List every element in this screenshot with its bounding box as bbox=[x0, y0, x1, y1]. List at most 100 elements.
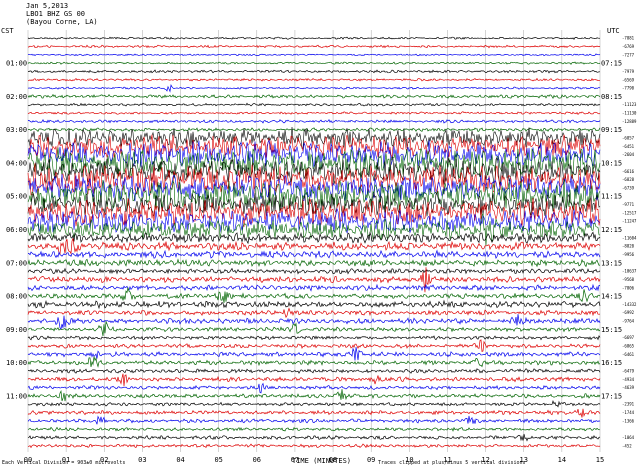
trace-line bbox=[27, 249, 601, 259]
right-offset-label: -11247 bbox=[622, 219, 637, 224]
trace-line bbox=[27, 36, 601, 40]
right-time-label: 09:15 bbox=[601, 126, 622, 134]
right-time-labels: 07:15 08:15 09:15 10:15 11:15 12:15 13:15 14:15… bbox=[601, 60, 622, 401]
trace-line bbox=[27, 426, 601, 432]
right-time-label: 16:15 bbox=[601, 359, 622, 367]
trace-line bbox=[27, 339, 601, 353]
right-offset-label: -6865 bbox=[622, 344, 635, 349]
right-offset-label: -6697 bbox=[622, 335, 635, 340]
trace-line bbox=[27, 356, 601, 368]
right-time-label: 11:15 bbox=[601, 193, 622, 201]
helicorder-plot: 00 01 02 03 04 05 06 07 08 09 10 11 12 13 14 15 01:0002… bbox=[6, 30, 637, 464]
right-offset-label: -6769 bbox=[622, 44, 635, 49]
trace-line bbox=[27, 77, 600, 82]
trace-line bbox=[27, 258, 601, 268]
trace-line bbox=[27, 307, 601, 319]
trace-line bbox=[27, 299, 601, 310]
trace-line bbox=[27, 267, 601, 275]
trace-line bbox=[27, 127, 601, 133]
right-offset-label: -6479 bbox=[622, 368, 635, 373]
right-offset-label: -9771 bbox=[622, 202, 635, 207]
right-offset-labels: -7881 -6769 -7277 -7979 -6569 -7790 -11123 -111… bbox=[622, 36, 637, 449]
right-offset-label: -6857 bbox=[622, 136, 635, 141]
left-time-label: 05:00 bbox=[6, 193, 27, 201]
right-offset-label: -7790 bbox=[622, 86, 635, 91]
left-time-label: 09:00 bbox=[6, 326, 27, 334]
right-offset-label: -6992 bbox=[622, 310, 635, 315]
right-offset-label: -8820 bbox=[622, 244, 635, 249]
right-offset-label: -9956 bbox=[622, 252, 635, 257]
x-tick-label: 09 bbox=[367, 456, 375, 464]
right-offset-label: -4934 bbox=[622, 377, 635, 382]
right-offset-label: -6569 bbox=[622, 77, 635, 82]
right-offset-label: -6739 bbox=[622, 185, 635, 190]
right-offset-label: -14332 bbox=[622, 302, 637, 307]
right-offset-label: -6461 bbox=[622, 352, 635, 357]
right-time-label: 15:15 bbox=[601, 326, 622, 334]
trace-line bbox=[27, 287, 601, 304]
right-offset-label: -6616 bbox=[622, 169, 635, 174]
left-time-label: 11:00 bbox=[6, 392, 27, 400]
trace-line bbox=[27, 320, 601, 337]
left-time-label: 04:00 bbox=[6, 159, 27, 167]
right-time-label: 08:15 bbox=[601, 93, 622, 101]
left-time-label: 01:00 bbox=[6, 60, 27, 68]
x-tick-label: 06 bbox=[253, 456, 261, 464]
right-offset-label: -1744 bbox=[622, 410, 635, 415]
right-offset-label: -7277 bbox=[622, 52, 635, 57]
left-time-labels: 01:00 02:00 03:00 04:00 05:00 06:00 07:00 08:00… bbox=[6, 60, 27, 401]
trace-line bbox=[27, 373, 601, 387]
right-offset-label: -12517 bbox=[622, 210, 637, 215]
right-offset-label: -12889 bbox=[622, 119, 637, 124]
x-tick-label: 15 bbox=[596, 456, 604, 464]
right-offset-label: -2604 bbox=[622, 152, 635, 157]
trace-line bbox=[27, 231, 601, 245]
left-time-label: 03:00 bbox=[6, 126, 27, 134]
trace-line bbox=[27, 389, 601, 402]
trace-line bbox=[27, 443, 601, 449]
right-offset-label: -7881 bbox=[622, 36, 635, 41]
right-offset-label: -4639 bbox=[622, 385, 635, 390]
right-offset-label: -11130 bbox=[622, 111, 637, 116]
trace-line bbox=[27, 433, 601, 442]
left-time-label: 02:00 bbox=[6, 93, 27, 101]
right-offset-label: -7979 bbox=[622, 69, 635, 74]
trace-line bbox=[28, 368, 601, 374]
trace-line bbox=[27, 382, 601, 394]
trace-line bbox=[27, 118, 601, 124]
left-time-label: 08:00 bbox=[6, 293, 27, 301]
trace-line bbox=[27, 415, 601, 425]
trace-line bbox=[27, 61, 601, 65]
trace-line bbox=[27, 111, 601, 115]
clip-note: Traces clipped at plus/minus 5 vertical … bbox=[378, 460, 526, 466]
trace-line bbox=[27, 314, 601, 330]
trace-line bbox=[27, 347, 601, 361]
trace-line bbox=[28, 69, 600, 74]
right-time-label: 10:15 bbox=[601, 159, 622, 167]
right-time-label: 12:15 bbox=[601, 226, 622, 234]
x-tick-label: 05 bbox=[214, 456, 222, 464]
trace-line bbox=[27, 93, 601, 99]
right-offset-label: -7806 bbox=[622, 285, 635, 290]
trace-line bbox=[27, 283, 601, 292]
right-offset-label: -11123 bbox=[622, 102, 637, 107]
right-time-label: 14:15 bbox=[601, 293, 622, 301]
left-time-label: 06:00 bbox=[6, 226, 27, 234]
right-offset-label: -9568 bbox=[622, 277, 635, 282]
right-offset-label: -9764 bbox=[622, 319, 635, 324]
trace-line bbox=[27, 44, 600, 49]
left-time-label: 07:00 bbox=[6, 259, 27, 267]
right-offset-label: -10637 bbox=[622, 269, 637, 274]
right-offset-label: -6451 bbox=[622, 144, 635, 149]
trace-line bbox=[27, 400, 601, 408]
right-offset-label: -11604 bbox=[622, 235, 637, 240]
trace-line bbox=[27, 102, 601, 107]
right-time-label: 17:15 bbox=[601, 392, 622, 400]
x-axis-label: TIME (MINUTES) bbox=[292, 457, 352, 465]
right-time-label: 13:15 bbox=[601, 259, 622, 267]
right-offset-label: -1366 bbox=[622, 418, 635, 423]
trace-line bbox=[27, 53, 601, 57]
x-tick-label: 14 bbox=[558, 456, 566, 464]
right-time-label: 07:15 bbox=[601, 60, 622, 68]
x-tick-label: 04 bbox=[176, 456, 184, 464]
